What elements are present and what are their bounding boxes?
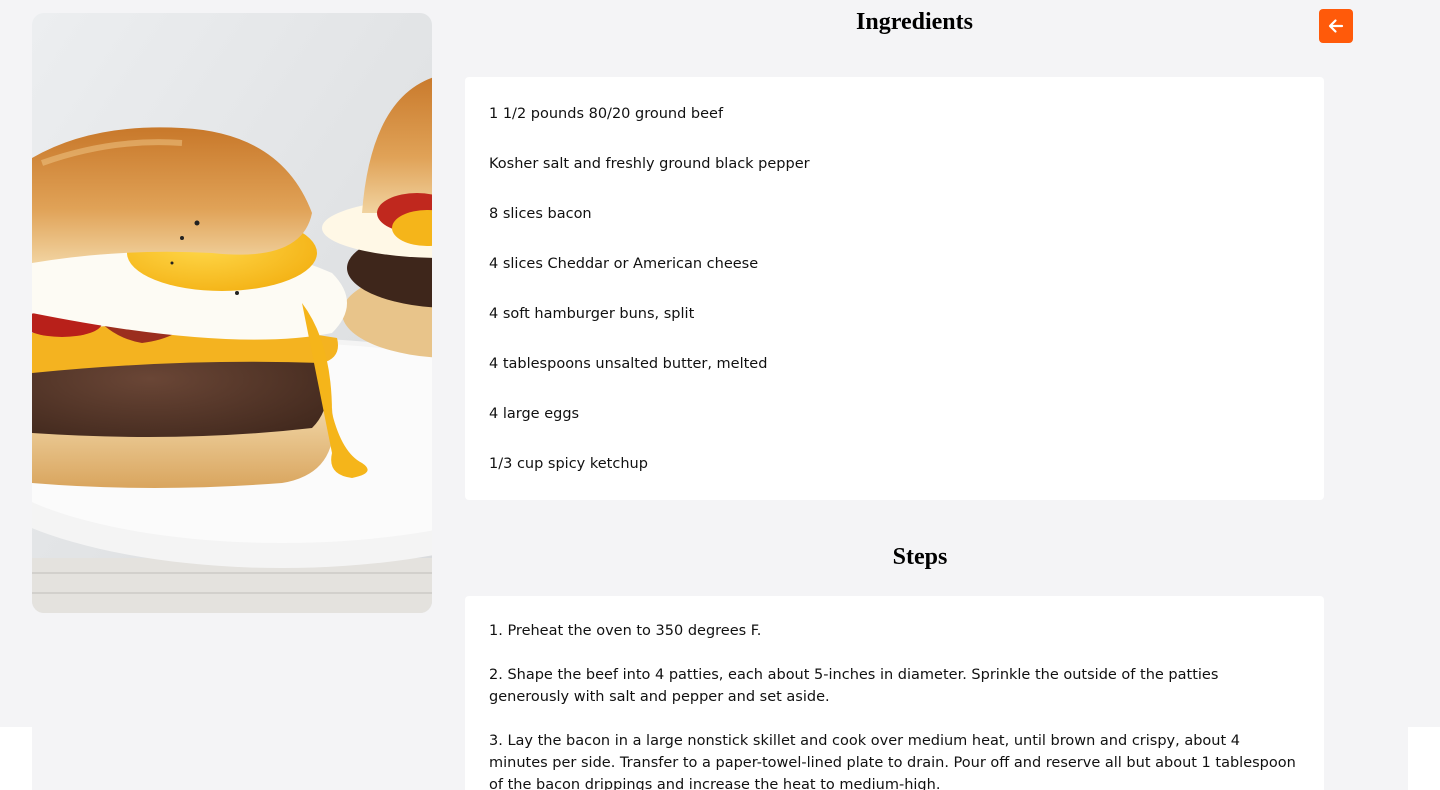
ingredient-item: 1/3 cup spicy ketchup [489, 456, 648, 472]
step-item: 2. Shape the beef into 4 patties, each a… [489, 667, 1219, 705]
steps-heading: Steps [892, 544, 948, 570]
ingredient-item: 4 slices Cheddar or American cheese [489, 256, 759, 272]
ingredient-item: Kosher salt and freshly ground black pep… [489, 156, 810, 172]
recipe-photo [32, 13, 432, 613]
ingredient-item: 4 tablespoons unsalted butter, melted [489, 356, 768, 372]
back-button[interactable] [1319, 9, 1353, 43]
ingredient-item: 1 1/2 pounds 80/20 ground beef [489, 106, 724, 122]
step-item: 3. Lay the bacon in a large nonstick ski… [489, 733, 1296, 790]
step-item: 1. Preheat the oven to 350 degrees F. [489, 623, 762, 639]
ingredient-item: 8 slices bacon [489, 206, 592, 222]
ingredients-heading: Ingredients [856, 9, 973, 35]
ingredients-card: 1 1/2 pounds 80/20 ground beef Kosher sa… [465, 77, 1324, 500]
ingredient-item: 4 large eggs [489, 406, 580, 422]
steps-card: 1. Preheat the oven to 350 degrees F. 2.… [465, 596, 1324, 790]
ingredient-item: 4 soft hamburger buns, split [489, 306, 695, 322]
arrow-left-icon [1327, 17, 1345, 35]
